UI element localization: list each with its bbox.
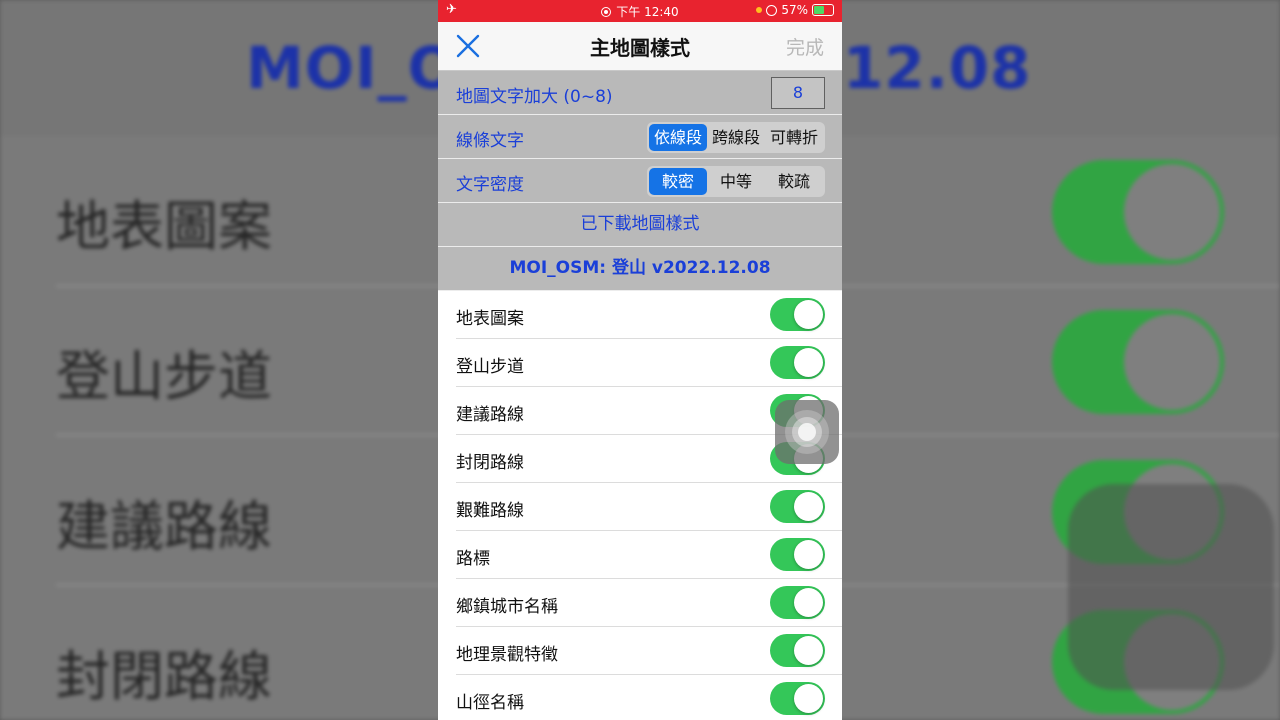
list-item: 登山步道	[456, 339, 842, 387]
layer-label: 登山步道	[456, 357, 524, 377]
layer-label: 鄉鎮城市名稱	[456, 597, 558, 617]
orientation-lock-icon	[766, 4, 778, 16]
screen-record-icon	[601, 7, 612, 17]
layer-toggle[interactable]	[770, 586, 825, 619]
layer-toggle[interactable]	[770, 634, 825, 667]
font-size-input[interactable]: 8	[771, 77, 825, 109]
text-density-option-medium[interactable]: 中等	[707, 168, 765, 195]
map-style-name: MOI_OSM: 登山 v2022.12.08	[438, 247, 842, 291]
line-text-option-along-segment[interactable]: 依線段	[648, 124, 707, 151]
background-title-left: MOI_O	[246, 34, 458, 102]
list-item: 路標	[456, 531, 842, 579]
layer-label: 封閉路線	[456, 453, 524, 473]
text-density-label: 文字密度	[456, 175, 524, 195]
layer-label: 地理景觀特徵	[456, 645, 558, 665]
background-switch	[1052, 160, 1224, 264]
list-item: 地理景觀特徵	[456, 627, 842, 675]
battery-percent: 57%	[781, 3, 808, 17]
background-switch	[1052, 310, 1224, 414]
layer-toggle[interactable]	[770, 490, 825, 523]
text-density-segmented-control: 較密 中等 較疏	[647, 166, 825, 197]
font-size-label: 地圖文字加大 (0~8)	[456, 87, 613, 107]
background-title-right: .12.08	[820, 34, 1032, 102]
font-size-setting: 地圖文字加大 (0~8) 8	[438, 71, 842, 115]
status-bar: ✈ 下午 12:40 57%	[438, 0, 842, 22]
layer-label: 艱難路線	[456, 501, 524, 521]
text-density-setting: 文字密度 較密 中等 較疏	[438, 159, 842, 203]
layer-toggle[interactable]	[770, 298, 825, 331]
text-density-option-sparse[interactable]: 較疏	[765, 168, 823, 195]
done-button[interactable]: 完成	[786, 33, 824, 60]
list-item: 山徑名稱	[456, 675, 842, 720]
mic-indicator-icon	[756, 7, 763, 13]
list-item: 地表圖案	[456, 291, 842, 339]
line-text-segmented-control: 依線段 跨線段 可轉折	[646, 122, 825, 153]
list-item: 艱難路線	[456, 483, 842, 531]
layer-label: 山徑名稱	[456, 693, 524, 713]
line-text-option-bendable[interactable]: 可轉折	[765, 124, 823, 151]
layer-label: 建議路線	[456, 405, 524, 425]
text-density-option-dense[interactable]: 較密	[649, 168, 707, 195]
list-item: 鄉鎮城市名稱	[456, 579, 842, 627]
background-row-label: 地表圖案	[56, 195, 272, 258]
battery-icon	[812, 4, 834, 16]
background-row-label: 登山步道	[56, 345, 272, 408]
page-title: 主地圖樣式	[590, 36, 690, 60]
nav-bar: 主地圖樣式 完成	[438, 22, 842, 71]
layer-label: 路標	[456, 549, 490, 569]
phone-screen: ✈ 下午 12:40 57% 主地圖樣式 完成 地圖文字加大 (0~8) 8 線…	[438, 0, 842, 720]
layer-label: 地表圖案	[456, 309, 524, 329]
layer-toggle[interactable]	[770, 682, 825, 715]
background-assistive-touch	[1068, 484, 1274, 690]
line-text-setting: 線條文字 依線段 跨線段 可轉折	[438, 115, 842, 159]
line-text-label: 線條文字	[456, 131, 524, 151]
layer-toggle[interactable]	[770, 538, 825, 571]
layer-list: 地表圖案 登山步道 建議路線 封閉路線 艱難路線 路標 鄉鎮城市名稱 地理景觀特…	[438, 291, 842, 720]
layer-toggle[interactable]	[770, 346, 825, 379]
assistive-touch-button[interactable]	[775, 400, 839, 464]
background-row-label: 封閉路線	[56, 645, 272, 708]
line-text-option-across-segment[interactable]: 跨線段	[707, 124, 765, 151]
background-row-label: 建議路線	[56, 495, 272, 558]
downloaded-styles-link[interactable]: 已下載地圖樣式	[438, 203, 842, 247]
status-time: 下午 12:40	[616, 5, 679, 19]
